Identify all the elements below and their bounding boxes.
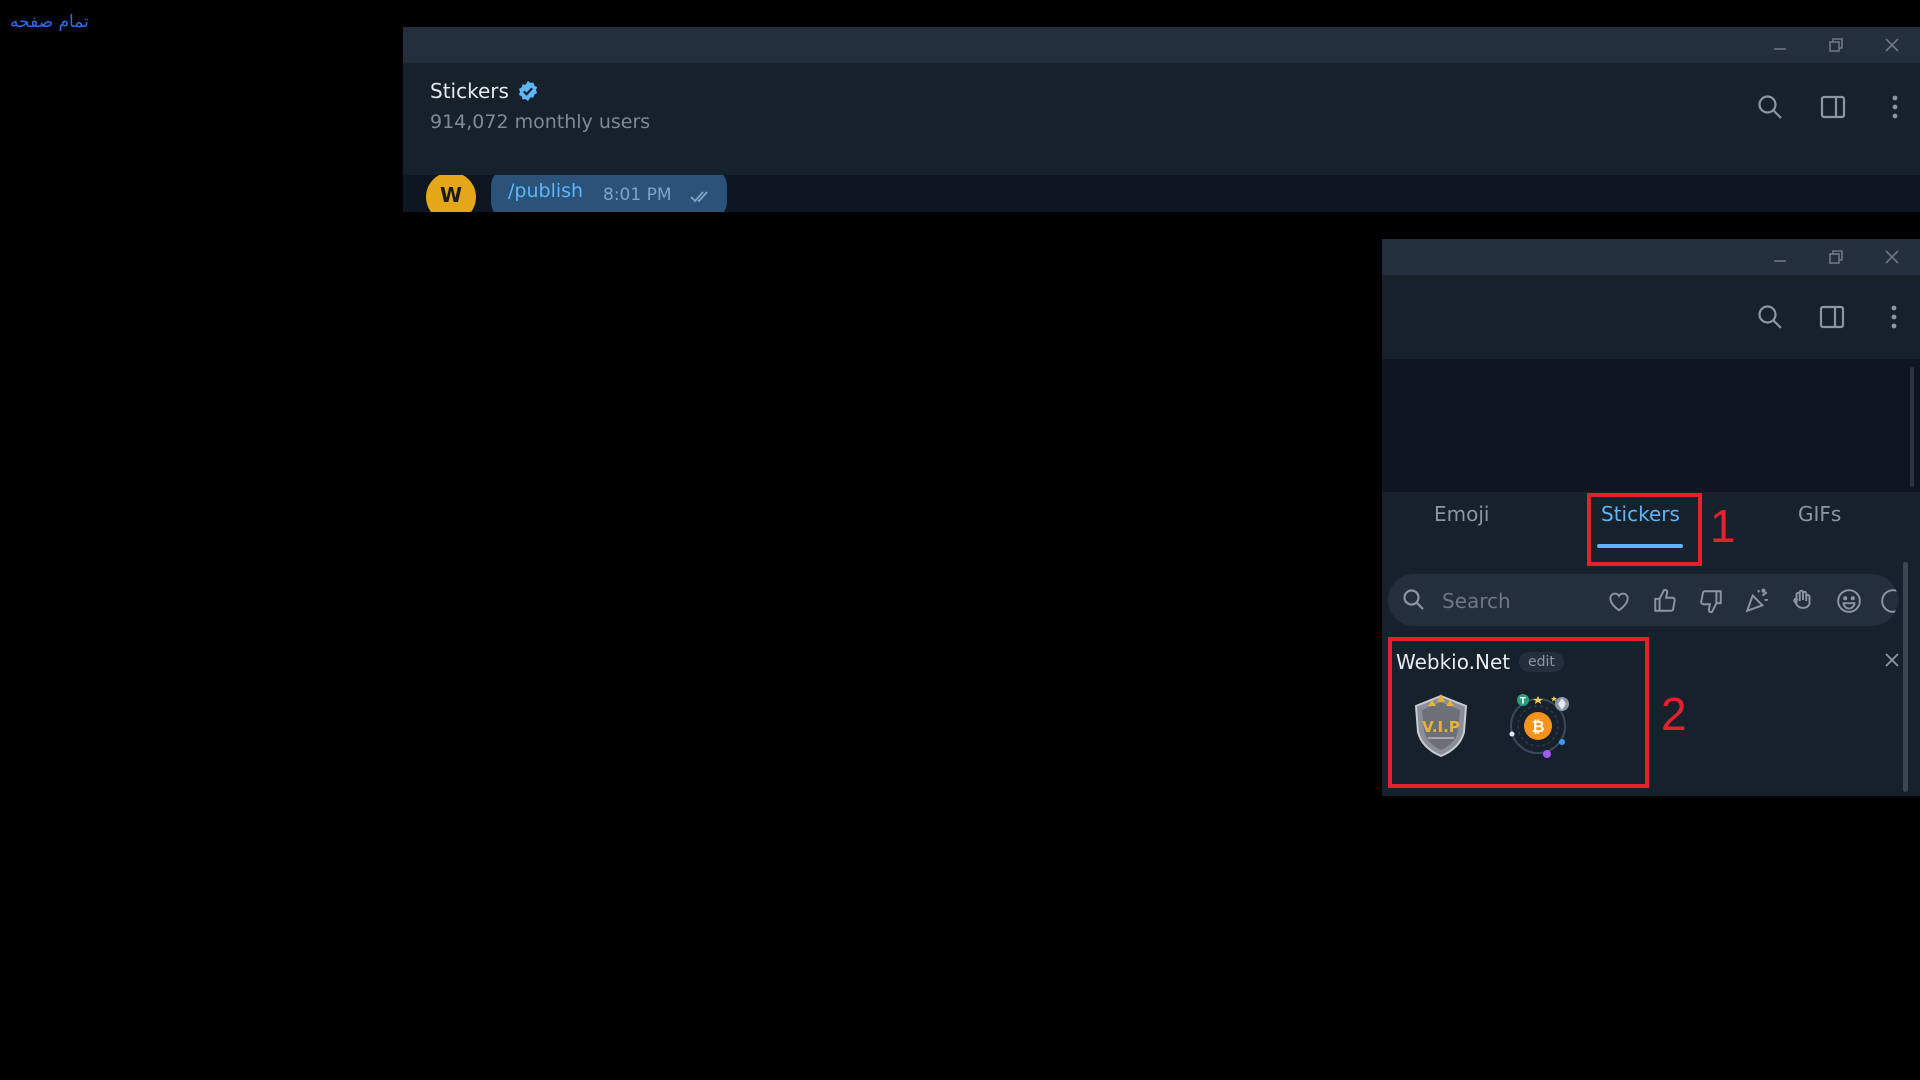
annotation-number-1: 1 bbox=[1710, 500, 1736, 552]
restore-icon[interactable] bbox=[1808, 239, 1864, 275]
message-text: /publish bbox=[508, 180, 584, 202]
fullpage-link[interactable]: تمام صفحه bbox=[10, 12, 89, 32]
channel-title-text: Stickers bbox=[430, 79, 509, 103]
search-icon[interactable] bbox=[1752, 299, 1788, 335]
minimize-icon[interactable] bbox=[1752, 239, 1808, 275]
restore-icon[interactable] bbox=[1808, 27, 1864, 63]
search-icon[interactable] bbox=[1752, 89, 1788, 125]
thumbs-down-icon[interactable] bbox=[1696, 586, 1726, 616]
smile-icon[interactable] bbox=[1834, 586, 1864, 616]
minimize-icon[interactable] bbox=[1752, 27, 1808, 63]
sidebar-toggle-icon[interactable] bbox=[1815, 89, 1851, 125]
title-bar bbox=[403, 27, 1920, 63]
tab-gifs[interactable]: GIFs bbox=[1798, 502, 1841, 526]
search-icon bbox=[1403, 589, 1424, 610]
avatar-letter: W bbox=[439, 183, 463, 207]
heart-icon[interactable] bbox=[1604, 586, 1634, 616]
more-menu-icon[interactable] bbox=[1877, 89, 1913, 125]
chat-scrollbar[interactable] bbox=[1910, 367, 1914, 487]
message-time: 8:01 PM bbox=[603, 185, 672, 205]
annotation-box-1 bbox=[1587, 493, 1702, 566]
panel-scrollbar[interactable] bbox=[1903, 562, 1908, 792]
annotation-number-2: 2 bbox=[1661, 688, 1687, 740]
thumbs-up-icon[interactable] bbox=[1650, 586, 1680, 616]
title-bar bbox=[1382, 239, 1920, 275]
channel-title[interactable]: Stickers bbox=[430, 79, 539, 103]
more-emoji-icon[interactable] bbox=[1878, 586, 1898, 616]
annotation-box-2 bbox=[1388, 637, 1649, 788]
chat-area: W /publish 8:01 PM bbox=[403, 175, 1920, 212]
chat-header: Stickers 914,072 monthly users bbox=[403, 63, 1920, 175]
waving-hand-icon[interactable] bbox=[1788, 586, 1818, 616]
close-icon[interactable] bbox=[1864, 27, 1920, 63]
chat-header bbox=[1382, 275, 1920, 359]
search-input[interactable] bbox=[1440, 586, 1594, 616]
tab-emoji[interactable]: Emoji bbox=[1434, 502, 1489, 526]
close-icon[interactable] bbox=[1880, 648, 1904, 672]
telegram-window-top: Stickers 914,072 monthly users W /publis… bbox=[403, 27, 1920, 212]
sticker-search-bar bbox=[1388, 574, 1898, 626]
avatar[interactable]: W bbox=[426, 175, 476, 212]
channel-subtitle: 914,072 monthly users bbox=[430, 111, 651, 133]
verified-icon bbox=[518, 80, 537, 102]
more-menu-icon[interactable] bbox=[1876, 299, 1912, 335]
double-check-icon bbox=[690, 191, 708, 203]
sidebar-toggle-icon[interactable] bbox=[1814, 299, 1850, 335]
party-popper-icon[interactable] bbox=[1742, 586, 1772, 616]
message-bubble[interactable]: /publish 8:01 PM bbox=[491, 175, 727, 212]
close-icon[interactable] bbox=[1864, 239, 1920, 275]
